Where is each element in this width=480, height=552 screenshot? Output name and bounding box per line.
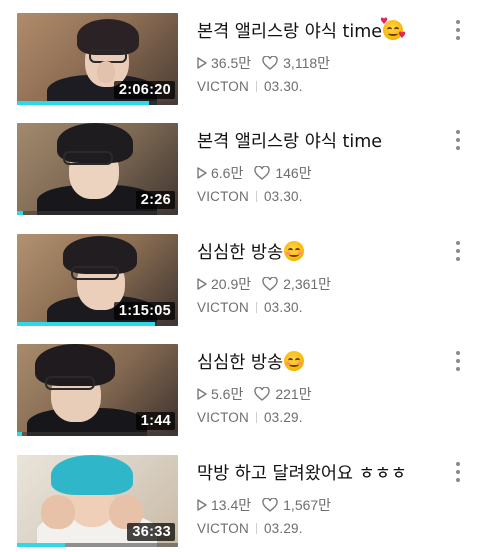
vertical-dots-icon (456, 20, 460, 24)
video-item[interactable]: 1:44 심심한 방송 5.6만 221만 VICTON 03.29. (0, 344, 480, 436)
play-outline-icon (197, 167, 207, 179)
meta-divider (255, 523, 257, 534)
video-title[interactable]: 본격 앨리스랑 야식 time (197, 128, 437, 153)
video-thumbnail[interactable]: 1:44 (17, 344, 178, 436)
more-options-button[interactable] (448, 17, 468, 43)
duration-badge: 1:44 (135, 412, 175, 430)
video-title[interactable]: 본격 앨리스랑 야식 time ♥ ♥ (197, 18, 437, 43)
watch-progress-bar (17, 211, 178, 215)
video-thumbnail[interactable]: 36:33 (17, 455, 178, 547)
channel-name[interactable]: VICTON (197, 189, 249, 204)
channel-name[interactable]: VICTON (197, 79, 249, 94)
video-title-text: 심심한 방송 (197, 243, 284, 263)
video-stats: 6.6만 146만 (197, 163, 312, 183)
smiling-face-with-hearts-icon: ♥ ♥ (380, 17, 407, 41)
video-meta: VICTON 03.30. (197, 300, 303, 315)
video-item[interactable]: 2:26 본격 앨리스랑 야식 time 6.6만 146만 VICTON 03… (0, 123, 480, 215)
heart-outline-icon (262, 277, 278, 291)
video-stats: 36.5만 3,118만 (197, 53, 330, 73)
watch-progress-fill (17, 543, 66, 547)
view-count: 6.6만 (211, 165, 244, 181)
video-stats: 20.9만 2,361만 (197, 274, 331, 294)
video-title[interactable]: 막방 하고 달려왔어요 ㅎㅎㅎ (197, 460, 437, 485)
view-count: 36.5만 (211, 55, 252, 71)
more-options-button[interactable] (448, 238, 468, 264)
vertical-dots-icon (456, 462, 460, 466)
channel-name[interactable]: VICTON (197, 300, 249, 315)
upload-date: 03.29. (263, 521, 303, 536)
duration-badge: 2:06:20 (113, 81, 175, 99)
watch-progress-bar (17, 101, 178, 105)
meta-divider (255, 412, 257, 423)
upload-date: 03.30. (263, 79, 303, 94)
play-outline-icon (197, 57, 207, 69)
more-options-button[interactable] (448, 127, 468, 153)
video-thumbnail[interactable]: 1:15:05 (17, 234, 178, 326)
channel-name[interactable]: VICTON (197, 521, 249, 536)
like-count: 1,567만 (283, 497, 332, 513)
heart-outline-icon (254, 387, 271, 401)
video-title[interactable]: 심심한 방송 (197, 239, 437, 264)
video-title-text: 심심한 방송 (197, 353, 284, 373)
video-item[interactable]: 36:33 막방 하고 달려왔어요 ㅎㅎㅎ 13.4만 1,567만 VICTO… (0, 455, 480, 547)
heart-outline-icon (254, 166, 271, 180)
view-count: 20.9만 (211, 276, 252, 292)
meta-divider (255, 191, 257, 202)
smiling-face-icon (284, 241, 305, 261)
video-item[interactable]: 2:06:20 본격 앨리스랑 야식 time ♥ ♥ 36.5만 3,118만 V… (0, 13, 480, 105)
video-title-text: 본격 앨리스랑 야식 time (197, 22, 383, 42)
video-stats: 13.4만 1,567만 (197, 495, 331, 515)
relieved-face-icon (284, 351, 305, 371)
duration-badge: 2:26 (135, 191, 175, 209)
video-item[interactable]: 1:15:05 심심한 방송 20.9만 2,361만 VICTON 03.30… (0, 234, 480, 326)
video-meta: VICTON 03.29. (197, 521, 303, 536)
play-outline-icon (197, 278, 207, 290)
video-meta: VICTON 03.29. (197, 410, 303, 425)
like-count: 2,361만 (283, 276, 332, 292)
watch-progress-fill (17, 322, 156, 326)
like-count: 221만 (275, 386, 312, 402)
video-stats: 5.6만 221만 (197, 384, 312, 404)
vertical-dots-icon (456, 241, 460, 245)
play-outline-icon (197, 499, 207, 511)
watch-progress-bar (17, 432, 178, 436)
video-thumbnail[interactable]: 2:06:20 (17, 13, 178, 105)
channel-name[interactable]: VICTON (197, 410, 249, 425)
meta-divider (255, 302, 257, 313)
watch-progress-bar (17, 543, 178, 547)
more-options-button[interactable] (448, 459, 468, 485)
view-count: 5.6만 (211, 386, 244, 402)
vertical-dots-icon (456, 130, 460, 134)
play-outline-icon (197, 388, 207, 400)
watch-progress-fill (17, 211, 24, 215)
watch-progress-bar (17, 322, 178, 326)
duration-badge: 36:33 (127, 523, 175, 541)
more-options-button[interactable] (448, 348, 468, 374)
watch-progress-fill (17, 432, 22, 436)
video-title-text: 본격 앨리스랑 야식 time (197, 132, 383, 152)
view-count: 13.4만 (211, 497, 252, 513)
watch-progress-fill (17, 101, 150, 105)
upload-date: 03.29. (263, 410, 303, 425)
duration-badge: 1:15:05 (113, 302, 175, 320)
video-title[interactable]: 심심한 방송 (197, 349, 437, 374)
heart-outline-icon (262, 498, 278, 512)
upload-date: 03.30. (263, 189, 303, 204)
video-list: 2:06:20 본격 앨리스랑 야식 time ♥ ♥ 36.5만 3,118만 V… (0, 0, 480, 552)
video-meta: VICTON 03.30. (197, 79, 303, 94)
like-count: 3,118만 (283, 55, 331, 71)
video-title-text: 막방 하고 달려왔어요 ㅎㅎㅎ (197, 464, 407, 484)
heart-outline-icon (262, 56, 278, 70)
video-thumbnail[interactable]: 2:26 (17, 123, 178, 215)
upload-date: 03.30. (263, 300, 303, 315)
meta-divider (255, 81, 257, 92)
vertical-dots-icon (456, 351, 460, 355)
video-meta: VICTON 03.30. (197, 189, 303, 204)
like-count: 146만 (275, 165, 312, 181)
